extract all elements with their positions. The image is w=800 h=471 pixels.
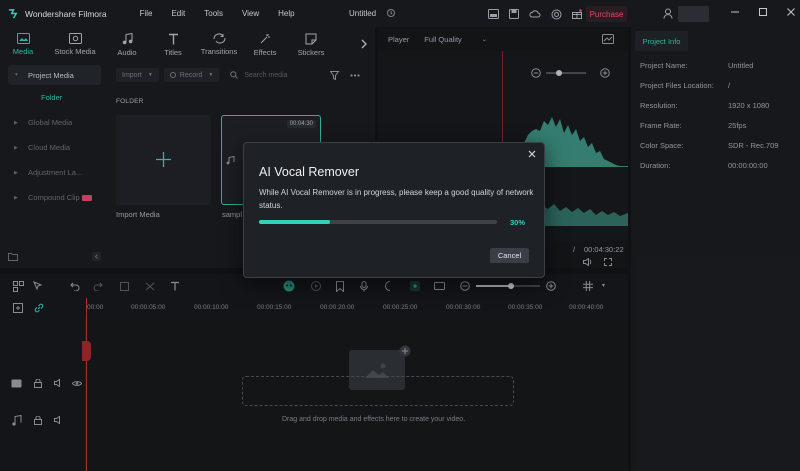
save-icon[interactable] bbox=[507, 7, 521, 21]
save-status-icon bbox=[387, 9, 395, 17]
progress-bar bbox=[259, 220, 497, 224]
user-avatar-icon[interactable] bbox=[663, 8, 673, 19]
menu-file[interactable]: File bbox=[140, 9, 153, 18]
menu-edit[interactable]: Edit bbox=[171, 9, 185, 18]
layout-icon[interactable] bbox=[486, 7, 500, 21]
maximize-icon[interactable] bbox=[758, 7, 768, 17]
close-icon[interactable] bbox=[527, 149, 537, 159]
menu-bar: File Edit Tools View Help bbox=[140, 9, 314, 18]
progress-percent: 30% bbox=[510, 218, 526, 227]
login-button[interactable] bbox=[678, 6, 709, 22]
menu-view[interactable]: View bbox=[242, 9, 259, 18]
titlebar-tools bbox=[486, 7, 584, 21]
window-controls bbox=[730, 7, 796, 17]
cloud-icon[interactable] bbox=[528, 7, 542, 21]
app-title: Wondershare Filmora bbox=[25, 8, 107, 19]
progress-bar-fill bbox=[259, 220, 331, 224]
minimize-icon[interactable] bbox=[730, 7, 740, 17]
cancel-button[interactable]: Cancel bbox=[490, 248, 529, 263]
gift-icon[interactable] bbox=[570, 7, 584, 21]
dialog-title: AI Vocal Remover bbox=[259, 165, 360, 179]
close-window-icon[interactable] bbox=[786, 7, 796, 17]
document-title: Untitled bbox=[349, 9, 377, 18]
menu-help[interactable]: Help bbox=[278, 9, 294, 18]
purchase-button[interactable]: Purchase bbox=[586, 6, 627, 22]
filmora-logo-icon bbox=[8, 9, 18, 19]
menu-tools[interactable]: Tools bbox=[204, 9, 223, 18]
dialog-message: While AI Vocal Remover is in progress, p… bbox=[259, 188, 534, 210]
ai-vocal-remover-dialog: AI Vocal Remover While AI Vocal Remover … bbox=[243, 142, 545, 278]
support-icon[interactable] bbox=[549, 7, 563, 21]
